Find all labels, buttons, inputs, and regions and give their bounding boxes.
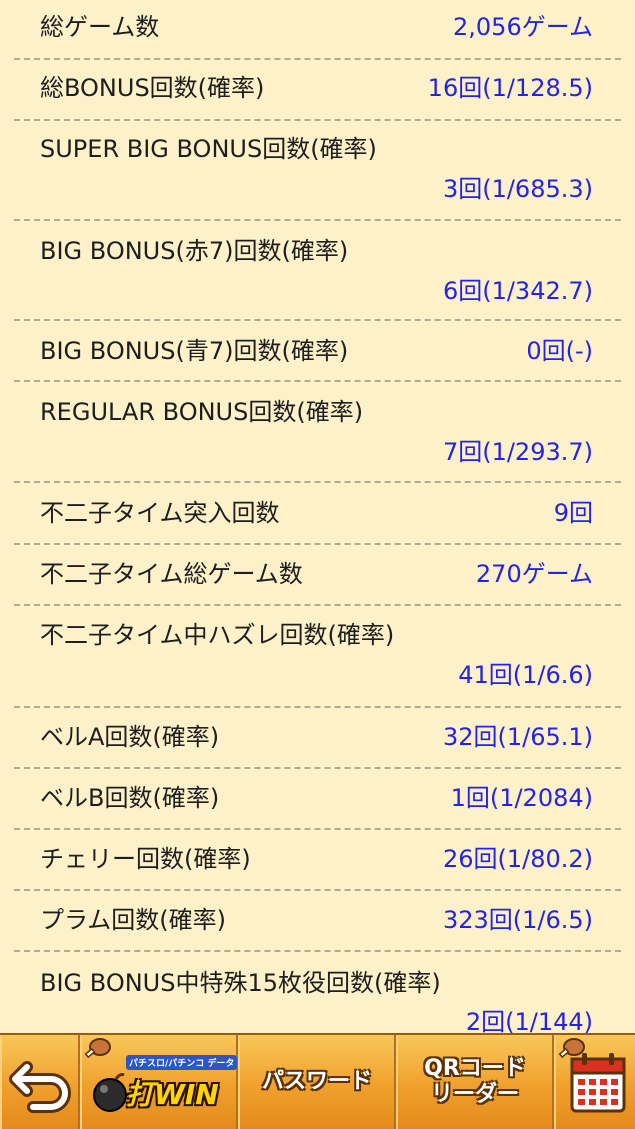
- stat-value: 2,056ゲーム: [453, 13, 593, 41]
- stat-label: チェリー回数(確率): [40, 845, 251, 873]
- list-item: チェリー回数(確率) 26回(1/80.2): [0, 829, 635, 889]
- stat-value: 26回(1/80.2): [442, 845, 593, 873]
- stat-value: 270ゲーム: [475, 560, 593, 588]
- list-item: 不二子タイム突入回数 9回: [0, 482, 635, 542]
- stat-value: 1回(1/2084): [450, 784, 593, 812]
- logo-main-text: 打WIN: [126, 1078, 219, 1111]
- password-label: パスワード: [261, 1069, 372, 1094]
- list-item: ベルA回数(確率) 32回(1/65.1): [0, 707, 635, 767]
- stat-label: SUPER BIG BONUS回数(確率): [40, 135, 377, 163]
- logo-button[interactable]: 打WIN パチスロ/パチンコ データ: [80, 1035, 238, 1129]
- stat-value: 3回(1/685.3): [442, 175, 593, 203]
- list-item: BIG BONUS中特殊15枚役回数(確率) 2回(1/144): [0, 951, 635, 1033]
- stat-value: 7回(1/293.7): [442, 438, 593, 466]
- list-item: BIG BONUS(青7)回数(確率) 0回(-): [0, 320, 635, 380]
- stat-label: REGULAR BONUS回数(確率): [40, 398, 364, 426]
- list-item: 不二子タイム総ゲーム数 270ゲーム: [0, 544, 635, 604]
- bomb-icon: [93, 1073, 127, 1112]
- stat-label: 不二子タイム突入回数: [40, 499, 280, 527]
- list-item: REGULAR BONUS回数(確率) 7回(1/293.7): [0, 381, 635, 481]
- logo-sub-text: パチスロ/パチンコ データ: [126, 1055, 238, 1070]
- stat-label: 不二子タイム中ハズレ回数(確率): [40, 621, 395, 649]
- list-item: SUPER BIG BONUS回数(確率) 3回(1/685.3): [0, 120, 635, 220]
- stat-label: ベルA回数(確率): [40, 723, 220, 751]
- dawin-logo: 打WIN パチスロ/パチンコ データ: [92, 1055, 238, 1117]
- stat-value: 41回(1/6.6): [458, 661, 593, 689]
- stat-value: 0回(-): [526, 337, 593, 365]
- stat-label: ベルB回数(確率): [40, 784, 220, 812]
- stat-value: 32回(1/65.1): [442, 723, 593, 751]
- stat-value: 9回: [553, 499, 593, 527]
- bottom-toolbar: 打WIN パチスロ/パチンコ データ パスワード QRコード リーダー: [0, 1033, 635, 1129]
- stat-label: 不二子タイム総ゲーム数: [40, 560, 303, 588]
- qr-label: QRコード リーダー: [424, 1056, 526, 1107]
- stat-label: BIG BONUS(青7)回数(確率): [40, 337, 349, 365]
- stat-label: BIG BONUS中特殊15枚役回数(確率): [40, 969, 441, 997]
- calendar-icon: [570, 1053, 626, 1113]
- password-button[interactable]: パスワード: [238, 1035, 396, 1129]
- stat-label: 総ゲーム数: [40, 13, 160, 41]
- list-item: 不二子タイム中ハズレ回数(確率) 41回(1/6.6): [0, 605, 635, 705]
- stat-value: 323回(1/6.5): [442, 906, 593, 934]
- stat-value: 6回(1/342.7): [442, 277, 593, 305]
- stats-list: 総ゲーム数 2,056ゲーム 総BONUS回数(確率) 16回(1/128.5)…: [0, 0, 635, 1033]
- stat-label: プラム回数(確率): [40, 906, 227, 934]
- stat-value: 16回(1/128.5): [427, 74, 593, 102]
- stat-label: BIG BONUS(赤7)回数(確率): [40, 237, 349, 265]
- back-arrow-icon: [9, 1061, 71, 1113]
- stat-value: 2回(1/144): [465, 1008, 593, 1033]
- qr-reader-button[interactable]: QRコード リーダー: [396, 1035, 554, 1129]
- stat-label: 総BONUS回数(確率): [40, 74, 265, 102]
- list-item: プラム回数(確率) 323回(1/6.5): [0, 890, 635, 950]
- calendar-button[interactable]: [554, 1035, 635, 1129]
- list-item: ベルB回数(確率) 1回(1/2084): [0, 768, 635, 828]
- back-button[interactable]: [0, 1035, 80, 1129]
- list-item: 総ゲーム数 2,056ゲーム: [0, 0, 635, 60]
- list-item: BIG BONUS(赤7)回数(確率) 6回(1/342.7): [0, 220, 635, 320]
- list-item: 総BONUS回数(確率) 16回(1/128.5): [0, 60, 635, 120]
